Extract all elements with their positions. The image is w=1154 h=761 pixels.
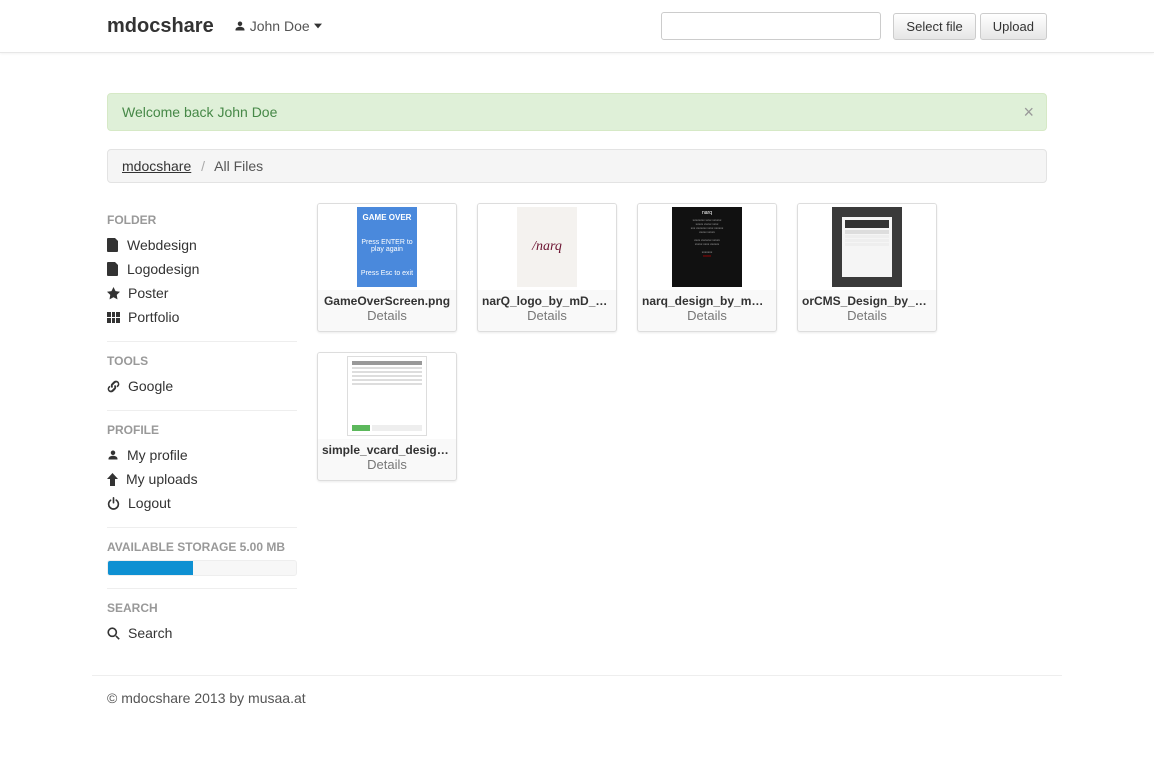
power-icon bbox=[107, 497, 120, 510]
sidebar-item-logodesign[interactable]: Logodesign bbox=[107, 257, 297, 281]
breadcrumb-separator: / bbox=[201, 158, 205, 174]
file-card[interactable]: GAME OVERPress ENTER to play againPress … bbox=[317, 203, 457, 332]
star-icon bbox=[107, 287, 120, 300]
breadcrumb-current: All Files bbox=[214, 158, 263, 174]
sidebar-item-portfolio[interactable]: Portfolio bbox=[107, 305, 297, 329]
sidebar-item-label: My profile bbox=[127, 447, 188, 463]
page-footer: © mdocshare 2013 by musaa.at bbox=[92, 675, 1062, 736]
user-icon bbox=[234, 20, 246, 32]
alert-close-icon[interactable]: × bbox=[1023, 102, 1034, 123]
file-details-link[interactable]: Details bbox=[798, 308, 936, 331]
search-icon bbox=[107, 627, 120, 640]
profile-heading: PROFILE bbox=[107, 423, 297, 437]
file-details-link[interactable]: Details bbox=[478, 308, 616, 331]
footer-text: © mdocshare 2013 by musaa.at bbox=[107, 690, 306, 706]
file-name: orCMS_Design_by_mD_0... bbox=[798, 290, 936, 308]
caret-down-icon bbox=[314, 22, 322, 30]
select-file-button[interactable]: Select file bbox=[893, 13, 975, 40]
file-details-link[interactable]: Details bbox=[318, 457, 456, 480]
sidebar: FOLDER Webdesign Logodesign Poster Portf… bbox=[107, 203, 317, 645]
search-heading: SEARCH bbox=[107, 601, 297, 615]
file-icon bbox=[107, 262, 119, 276]
alert-text: Welcome back John Doe bbox=[122, 104, 277, 120]
sidebar-item-logout[interactable]: Logout bbox=[107, 491, 297, 515]
file-thumbnail: GAME OVERPress ENTER to play againPress … bbox=[318, 204, 456, 290]
storage-fill bbox=[108, 561, 193, 575]
file-icon bbox=[107, 238, 119, 252]
sidebar-item-myprofile[interactable]: My profile bbox=[107, 443, 297, 467]
sidebar-item-label: My uploads bbox=[126, 471, 198, 487]
main-content: GAME OVERPress ENTER to play againPress … bbox=[317, 203, 1047, 645]
file-thumbnail bbox=[798, 204, 936, 290]
user-icon bbox=[107, 449, 119, 461]
file-card[interactable]: orCMS_Design_by_mD_0... Details bbox=[797, 203, 937, 332]
sidebar-item-webdesign[interactable]: Webdesign bbox=[107, 233, 297, 257]
sidebar-item-label: Webdesign bbox=[127, 237, 197, 253]
grid-icon bbox=[107, 312, 120, 323]
user-name: John Doe bbox=[250, 18, 310, 34]
folder-heading: FOLDER bbox=[107, 213, 297, 227]
file-name: narQ_logo_by_mD_06.jpg bbox=[478, 290, 616, 308]
sidebar-item-label: Logodesign bbox=[127, 261, 199, 277]
file-card[interactable]: narqxxxxxxxx xxxx xxxxxxxxxxx xxxxx xxxx… bbox=[637, 203, 777, 332]
sidebar-item-label: Portfolio bbox=[128, 309, 179, 325]
file-thumbnail: narqxxxxxxxx xxxx xxxxxxxxxxx xxxxx xxxx… bbox=[638, 204, 776, 290]
welcome-alert: Welcome back John Doe × bbox=[107, 93, 1047, 131]
file-input-display[interactable] bbox=[661, 12, 881, 40]
file-name: GameOverScreen.png bbox=[318, 290, 456, 308]
storage-bar bbox=[107, 560, 297, 576]
user-menu[interactable]: John Doe bbox=[234, 18, 322, 34]
file-card[interactable]: simple_vcard_design_... Details bbox=[317, 352, 457, 481]
breadcrumb-root[interactable]: mdocshare bbox=[122, 158, 191, 174]
file-thumbnail bbox=[318, 353, 456, 439]
file-grid: GAME OVERPress ENTER to play againPress … bbox=[317, 203, 1047, 481]
sidebar-item-label: Poster bbox=[128, 285, 168, 301]
brand-logo[interactable]: mdocshare bbox=[107, 15, 214, 38]
file-name: narq_design_by_mD_06.png bbox=[638, 290, 776, 308]
breadcrumb: mdocshare / All Files bbox=[107, 149, 1047, 183]
storage-heading: AVAILABLE STORAGE 5.00 MB bbox=[107, 540, 297, 554]
file-details-link[interactable]: Details bbox=[318, 308, 456, 331]
sidebar-item-search[interactable]: Search bbox=[107, 621, 297, 645]
upload-arrow-icon bbox=[107, 473, 118, 486]
link-icon bbox=[107, 380, 120, 393]
file-card[interactable]: /narq narQ_logo_by_mD_06.jpg Details bbox=[477, 203, 617, 332]
file-thumbnail: /narq bbox=[478, 204, 616, 290]
sidebar-item-myuploads[interactable]: My uploads bbox=[107, 467, 297, 491]
navbar: mdocshare John Doe Select file Upload bbox=[0, 0, 1154, 53]
upload-button[interactable]: Upload bbox=[980, 13, 1047, 40]
sidebar-item-label: Google bbox=[128, 378, 173, 394]
file-name: simple_vcard_design_... bbox=[318, 439, 456, 457]
tools-heading: TOOLS bbox=[107, 354, 297, 368]
sidebar-item-poster[interactable]: Poster bbox=[107, 281, 297, 305]
sidebar-item-label: Search bbox=[128, 625, 172, 641]
sidebar-item-google[interactable]: Google bbox=[107, 374, 297, 398]
file-details-link[interactable]: Details bbox=[638, 308, 776, 331]
sidebar-item-label: Logout bbox=[128, 495, 171, 511]
